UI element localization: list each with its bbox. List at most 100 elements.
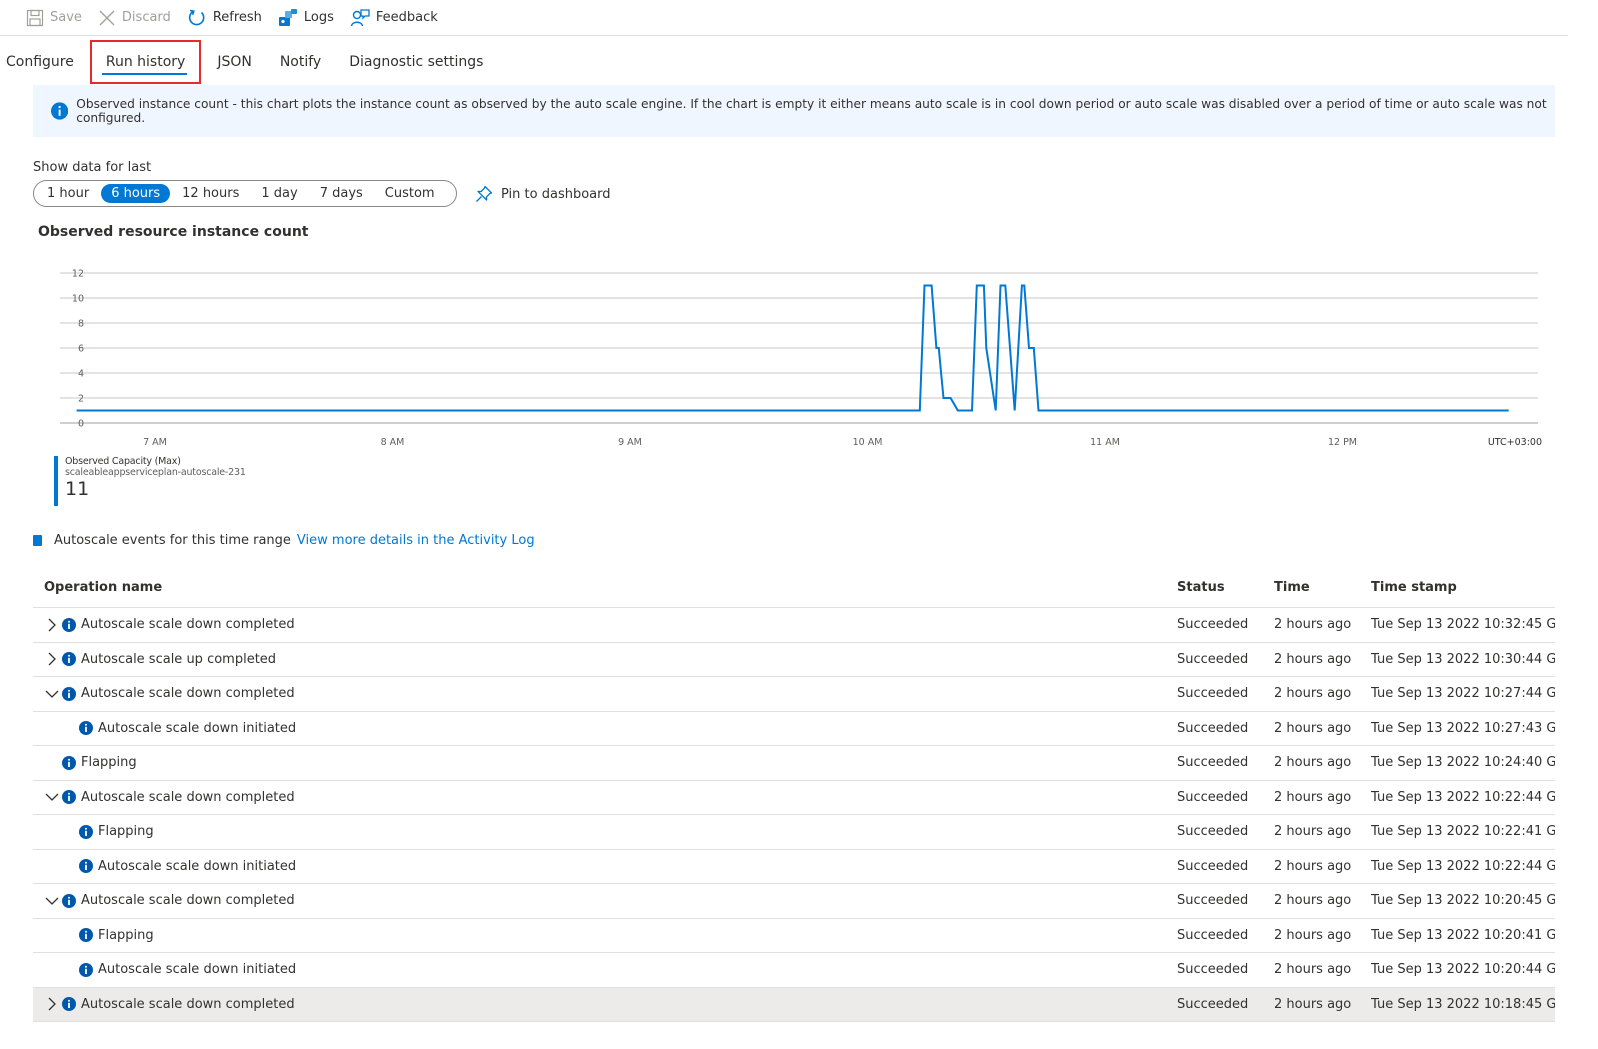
timestamp-cell: Tue Sep 13 2022 10:32:45 G... (1371, 617, 1555, 633)
operation-name: Autoscale scale down initiated (98, 962, 297, 978)
operation-name: Autoscale scale up completed (81, 651, 277, 667)
timezone-label: UTC+03:00 (1488, 437, 1542, 448)
banner-text: Observed instance count - this chart plo… (76, 97, 1547, 125)
column-header-time[interactable]: Time (1274, 580, 1371, 595)
info-icon (79, 962, 93, 977)
operation-name: Flapping (98, 824, 154, 840)
tab-notify[interactable]: Notify (266, 40, 335, 84)
timestamp-cell: Tue Sep 13 2022 10:27:44 G... (1371, 686, 1555, 702)
column-header-timestamp[interactable]: Time stamp (1371, 580, 1555, 595)
tab-json[interactable]: JSON (203, 40, 266, 84)
table-row[interactable]: Flapping Succeeded 2 hours ago Tue Sep 13 2… (33, 815, 1555, 850)
x-tick-label: 11 AM (1090, 437, 1120, 448)
chevron-down-icon[interactable] (44, 893, 60, 909)
status-cell: Succeeded (1177, 962, 1249, 978)
tab-configure-label: Configure (6, 54, 74, 70)
column-header-status[interactable]: Status (1177, 580, 1274, 595)
chevron-down-icon[interactable] (44, 789, 60, 805)
table-row[interactable]: Autoscale scale down initiated Succeeded 2… (33, 712, 1555, 746)
refresh-icon (188, 9, 205, 25)
info-icon (79, 824, 93, 839)
tab-configure[interactable]: Configure (0, 40, 88, 84)
table-row[interactable]: Autoscale scale down completed Succeeded 2… (33, 987, 1555, 1022)
range-option-6-hours[interactable]: 6 hours (101, 184, 171, 203)
table-row[interactable]: Autoscale scale down completed Succeeded 2… (33, 608, 1555, 643)
refresh-label: Refresh (212, 10, 262, 25)
autoscale-events-header: Autoscale events for this time range Vie… (33, 533, 535, 548)
time-cell: 2 hours ago (1274, 720, 1352, 736)
table-row[interactable]: Autoscale scale down completed Succeeded 2… (33, 781, 1555, 815)
x-tick-label: 9 AM (618, 437, 642, 448)
operation-cell: Autoscale scale down completed (33, 617, 1177, 633)
refresh-button[interactable]: Refresh (187, 8, 262, 28)
tab-diagnostic-settings[interactable]: Diagnostic settings (335, 40, 497, 84)
column-header-operation[interactable]: Operation name (33, 580, 1177, 595)
timestamp-cell: Tue Sep 13 2022 10:18:45 G... (1371, 996, 1555, 1012)
status-cell: Succeeded (1177, 858, 1249, 874)
info-icon (79, 859, 93, 874)
feedback-button[interactable]: Feedback (350, 8, 438, 28)
status-cell: Succeeded (1177, 824, 1249, 840)
info-icon (79, 721, 93, 736)
status-cell: Succeeded (1177, 996, 1249, 1012)
y-tick-label: 4 (78, 369, 84, 380)
active-tab-indicator (101, 73, 188, 75)
activity-log-link[interactable]: View more details in the Activity Log (297, 533, 535, 548)
range-option-1-day[interactable]: 1 day (251, 184, 307, 203)
discard-label: Discard (121, 10, 171, 25)
save-button[interactable]: Save (26, 9, 82, 27)
status-cell: Succeeded (1177, 617, 1249, 633)
chevron-down-icon[interactable] (44, 686, 60, 702)
x-tick-label: 7 AM (143, 437, 167, 448)
timestamp-cell: Tue Sep 13 2022 10:22:44 G... (1371, 789, 1555, 805)
range-option-1-hour[interactable]: 1 hour (37, 184, 99, 203)
logs-button[interactable]: Logs (278, 8, 334, 28)
timestamp-cell: Tue Sep 13 2022 10:20:41 G... (1371, 927, 1555, 943)
table-row[interactable]: Flapping Succeeded 2 hours ago Tue Sep 13 2… (33, 919, 1555, 953)
autoscale-events-table: Operation name Status Time Time stamp Au… (33, 568, 1555, 1022)
feedback-label: Feedback (375, 10, 438, 25)
command-bar: Save Discard Refresh Logs Feedback (0, 0, 1568, 36)
timestamp-cell: Tue Sep 13 2022 10:30:44 G... (1371, 651, 1555, 667)
status-cell: Succeeded (1177, 720, 1249, 736)
table-row[interactable]: Autoscale scale up completed Succeeded 2 h… (33, 643, 1555, 677)
table-row[interactable]: Flapping Succeeded 2 hours ago Tue Sep 13 2… (33, 746, 1555, 781)
events-icon (33, 535, 42, 546)
time-cell: 2 hours ago (1274, 824, 1352, 840)
range-option-custom[interactable]: Custom (375, 184, 445, 203)
table-row[interactable]: Autoscale scale down completed Succeeded 2… (33, 884, 1555, 919)
operation-name: Autoscale scale down initiated (98, 858, 297, 874)
status-cell: Succeeded (1177, 893, 1249, 909)
pin-to-dashboard-button[interactable]: Pin to dashboard (475, 185, 611, 203)
table-row[interactable]: Autoscale scale down completed Succeeded 2… (33, 677, 1555, 712)
chevron-right-icon[interactable] (44, 996, 60, 1012)
logs-label: Logs (303, 10, 334, 25)
x-tick-label: 10 AM (853, 437, 883, 448)
timestamp-cell: Tue Sep 13 2022 10:20:44 G... (1371, 962, 1555, 978)
range-option-12-hours[interactable]: 12 hours (172, 184, 249, 203)
tab-run-history[interactable]: Run history (89, 40, 202, 84)
timestamp-cell: Tue Sep 13 2022 10:27:43 G... (1371, 720, 1555, 736)
chevron-right-icon[interactable] (44, 617, 60, 633)
legend-metric: Observed Capacity (Max) (65, 456, 181, 467)
tab-diagnostic-settings-label: Diagnostic settings (349, 54, 484, 70)
tab-notify-label: Notify (279, 54, 322, 70)
operation-name: Autoscale scale down completed (81, 789, 295, 805)
operation-cell: Autoscale scale down initiated (33, 859, 1177, 874)
operation-name: Flapping (98, 927, 154, 943)
info-icon (62, 686, 76, 701)
chevron-right-icon[interactable] (44, 651, 60, 667)
time-cell: 2 hours ago (1274, 996, 1352, 1012)
operation-name: Autoscale scale down completed (81, 617, 295, 633)
discard-button[interactable]: Discard (98, 9, 171, 27)
info-icon (62, 755, 76, 770)
table-row[interactable]: Autoscale scale down initiated Succeeded 2… (33, 953, 1555, 988)
time-range-selector: 1 hour 6 hours 12 hours 1 day 7 days Cus… (33, 180, 457, 207)
chart-legend: Observed Capacity (Max) scaleableappserv… (54, 456, 246, 506)
operation-cell: Autoscale scale down completed (33, 893, 1177, 909)
time-cell: 2 hours ago (1274, 755, 1352, 771)
table-row[interactable]: Autoscale scale down initiated Succeeded 2… (33, 850, 1555, 884)
info-icon (62, 617, 76, 632)
operation-name: Autoscale scale down completed (81, 893, 295, 909)
range-option-7-days[interactable]: 7 days (310, 184, 373, 203)
